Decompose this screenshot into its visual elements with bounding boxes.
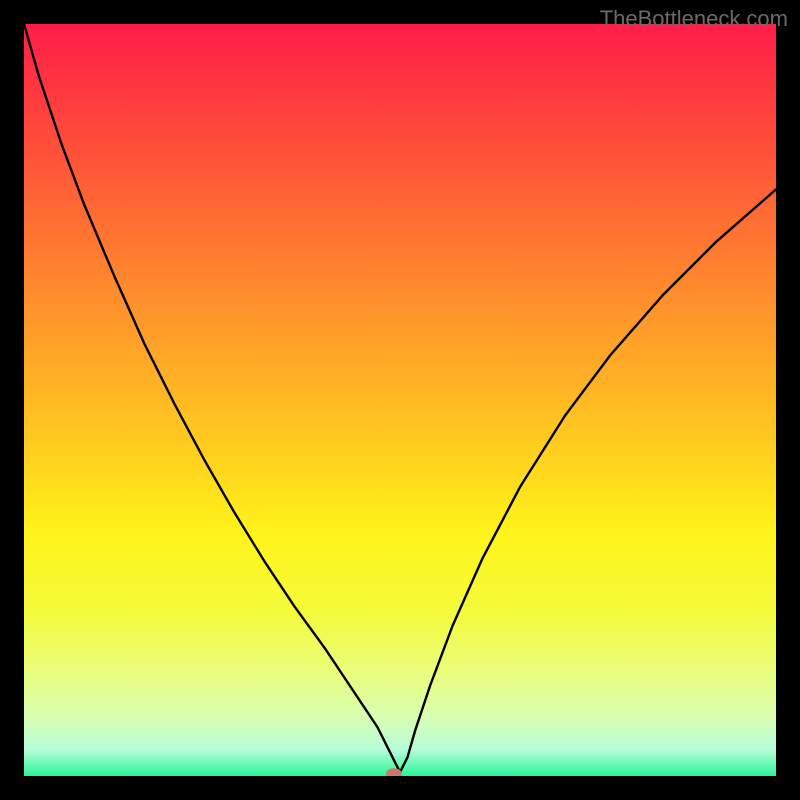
chart-container: TheBottleneck.com <box>0 0 800 800</box>
gradient-background <box>24 24 776 776</box>
plot-area <box>24 24 776 776</box>
chart-svg <box>24 24 776 776</box>
watermark-text: TheBottleneck.com <box>600 6 788 32</box>
